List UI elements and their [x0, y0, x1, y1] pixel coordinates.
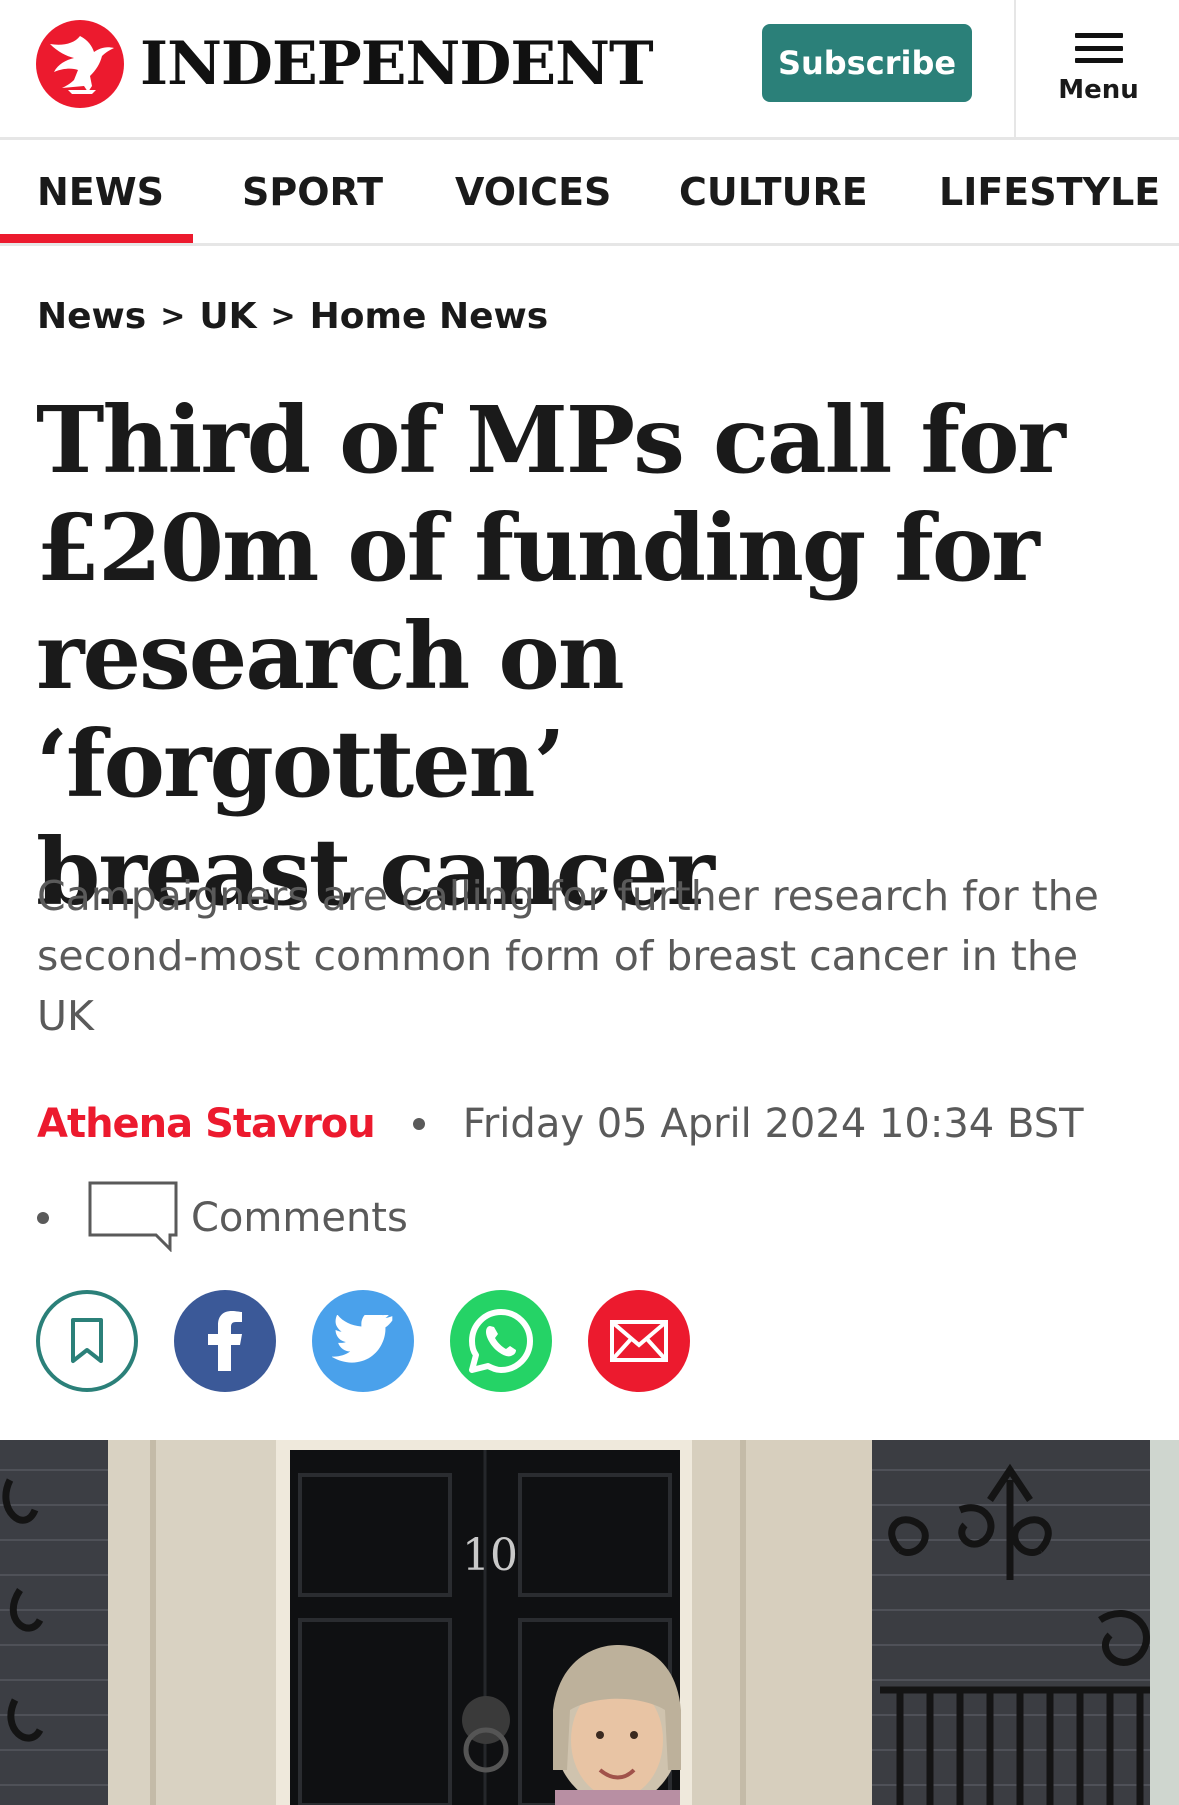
menu-button[interactable]: Menu: [1018, 14, 1179, 124]
whatsapp-icon: [469, 1309, 533, 1373]
standfirst-line: second-most common form of breast cancer…: [37, 932, 1079, 980]
byline-separator: [412, 1118, 425, 1130]
photo-illustration: 10: [0, 1440, 1179, 1805]
facebook-icon: [208, 1311, 242, 1371]
lead-photo[interactable]: 10: [0, 1440, 1179, 1805]
breadcrumb-uk[interactable]: UK: [199, 296, 256, 337]
headline-line: research on ‘forgotten’: [36, 602, 625, 818]
site-logo[interactable]: INDEPENDENT: [36, 20, 654, 108]
comments-link[interactable]: Comments: [37, 1180, 408, 1256]
logo-wordmark: INDEPENDENT: [140, 29, 654, 99]
nav-item-news[interactable]: NEWS: [0, 140, 193, 243]
headline-line: £20m of funding for: [36, 494, 1040, 602]
byline: Athena Stavrou Friday 05 April 2024 10:3…: [37, 1096, 1084, 1152]
facebook-share-button[interactable]: [174, 1290, 276, 1392]
email-icon: [610, 1320, 668, 1362]
author-link[interactable]: Athena Stavrou: [37, 1101, 376, 1147]
door-number: 10: [462, 1530, 518, 1581]
breadcrumb-separator: >: [160, 299, 186, 334]
site-header: INDEPENDENT Subscribe Menu: [0, 0, 1179, 140]
breadcrumb: News > UK > Home News: [37, 296, 548, 337]
article-standfirst: Campaigners are calling for further rese…: [37, 866, 1147, 1046]
comment-icon: [87, 1180, 179, 1256]
nav-item-voices[interactable]: VOICES: [455, 140, 611, 243]
email-share-button[interactable]: [588, 1290, 690, 1392]
menu-label: Menu: [1058, 75, 1139, 105]
article-headline: Third of MPs call for £20m of funding fo…: [36, 386, 1146, 926]
whatsapp-share-button[interactable]: [450, 1290, 552, 1392]
header-divider: [1014, 0, 1016, 138]
bookmark-button[interactable]: [36, 1290, 138, 1392]
nav-item-lifestyle[interactable]: LIFESTYLE: [939, 140, 1160, 243]
headline-line: Third of MPs call for: [36, 386, 1066, 494]
standfirst-line: Campaigners are calling for further rese…: [37, 872, 1099, 920]
comments-label: Comments: [191, 1195, 408, 1241]
bookmark-icon: [71, 1318, 103, 1363]
breadcrumb-separator: >: [270, 299, 296, 334]
nav-item-culture[interactable]: CULTURE: [679, 140, 868, 243]
hamburger-icon: [1074, 33, 1123, 63]
publish-date: Friday 05 April 2024 10:34 BST: [462, 1101, 1084, 1147]
section-nav: NEWS SPORT VOICES CULTURE LIFESTYLE: [0, 140, 1179, 246]
twitter-icon: [332, 1315, 393, 1363]
breadcrumb-home-news[interactable]: Home News: [310, 296, 549, 337]
share-bar: [36, 1290, 726, 1392]
twitter-share-button[interactable]: [312, 1290, 414, 1392]
eagle-logo-icon: [36, 20, 124, 108]
nav-item-sport[interactable]: SPORT: [242, 140, 383, 243]
subscribe-button[interactable]: Subscribe: [762, 24, 972, 102]
standfirst-line: UK: [37, 992, 94, 1040]
breadcrumb-news[interactable]: News: [37, 296, 146, 337]
byline-separator: [37, 1212, 49, 1224]
